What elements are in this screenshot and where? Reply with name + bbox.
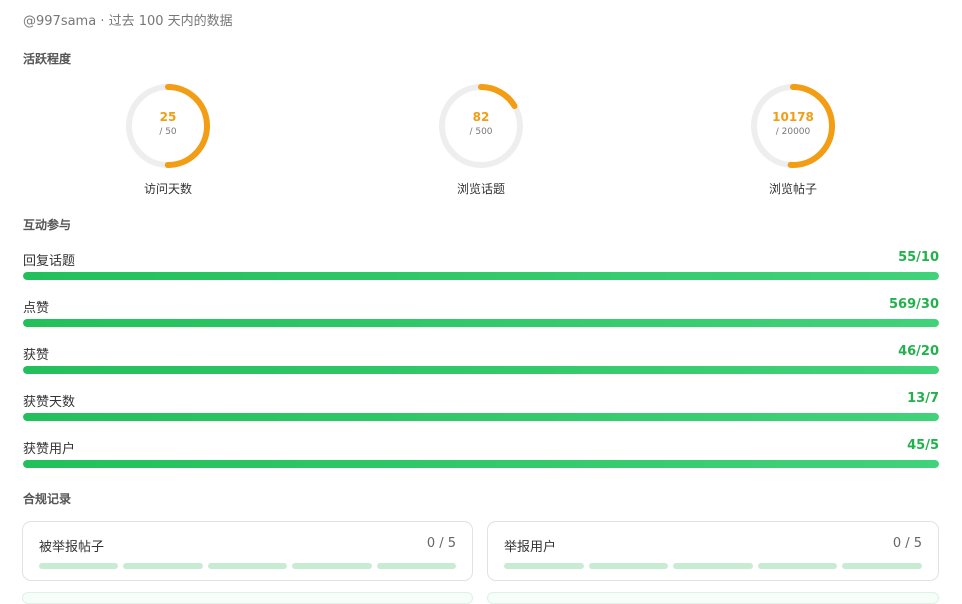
bar-value: 46/20 (898, 344, 939, 359)
segment-meter (39, 563, 457, 569)
section-title-engagement: 互动参与 (23, 218, 72, 232)
card-value: 0 / 5 (892, 536, 922, 551)
meter-segment (504, 563, 584, 569)
meter-segment (123, 563, 203, 569)
progress-track (23, 272, 939, 280)
bar-label: 点赞 (23, 301, 50, 316)
meter-segment (757, 563, 838, 569)
progress-track (23, 366, 939, 374)
ring-label: 浏览话题 (456, 182, 505, 196)
ring-goal: / 500 (469, 127, 493, 137)
progress-fill (23, 272, 939, 280)
bar-label: 获赞用户 (23, 442, 76, 457)
compliance-card-reported-users: 举报用户 0 / 5 (487, 521, 939, 581)
progress-fill (23, 319, 939, 327)
meter-segment (207, 563, 288, 569)
card-label: 举报用户 (504, 540, 557, 555)
engagement-row-replies: 回复话题 55/10 (23, 250, 939, 282)
engagement-row-liked-users: 获赞用户 45/5 (23, 438, 939, 470)
next-card-edge (22, 592, 473, 604)
ring-chart (439, 84, 523, 168)
engagement-row-likes-received: 获赞 46/20 (23, 344, 939, 376)
segment-meter (504, 563, 922, 569)
engagement-row-liked-days: 获赞天数 13/7 (23, 391, 939, 423)
ring-goal: / 20000 (775, 127, 811, 137)
ring-goal: / 50 (159, 127, 177, 137)
bar-label: 获赞天数 (23, 395, 76, 410)
ring-label: 访问天数 (143, 182, 192, 196)
progress-track (23, 319, 939, 327)
ring-chart (751, 84, 835, 168)
meter-segment (376, 563, 457, 569)
bar-label: 获赞 (23, 348, 50, 363)
bar-value: 55/10 (898, 250, 939, 265)
ring-value: 25 (159, 110, 177, 124)
meter-segment (842, 563, 922, 569)
engagement-row-likes-given: 点赞 569/30 (23, 297, 939, 329)
meter-segment (292, 563, 372, 569)
ring-value: 82 (472, 110, 490, 124)
ring-chart (126, 84, 210, 168)
subtitle: @997sama · 过去 100 天内的数据 (23, 14, 233, 29)
bar-label: 回复话题 (23, 254, 76, 269)
meter-segment (673, 563, 753, 569)
bar-value: 13/7 (907, 391, 939, 406)
ring-topics-viewed: 82 / 500 浏览话题 (436, 81, 526, 197)
progress-fill (23, 366, 939, 374)
meter-segment (39, 563, 119, 569)
ring-value: 10178 (772, 110, 814, 124)
ring-label: 浏览帖子 (768, 182, 817, 196)
bar-value: 45/5 (907, 438, 939, 453)
compliance-card-reported-posts: 被举报帖子 0 / 5 (22, 521, 473, 581)
section-title-activity: 活跃程度 (23, 52, 72, 66)
section-title-compliance: 合规记录 (23, 492, 72, 506)
meter-segment (588, 563, 669, 569)
ring-visit-days: 25 / 50 访问天数 (123, 81, 213, 197)
progress-fill (23, 460, 939, 468)
progress-track (23, 413, 939, 421)
card-value: 0 / 5 (426, 536, 456, 551)
card-label: 被举报帖子 (39, 540, 105, 555)
progress-fill (23, 413, 939, 421)
ring-posts-viewed: 10178 / 20000 浏览帖子 (748, 81, 838, 197)
next-card-edge (487, 592, 939, 604)
progress-track (23, 460, 939, 468)
bar-value: 569/30 (889, 297, 939, 312)
